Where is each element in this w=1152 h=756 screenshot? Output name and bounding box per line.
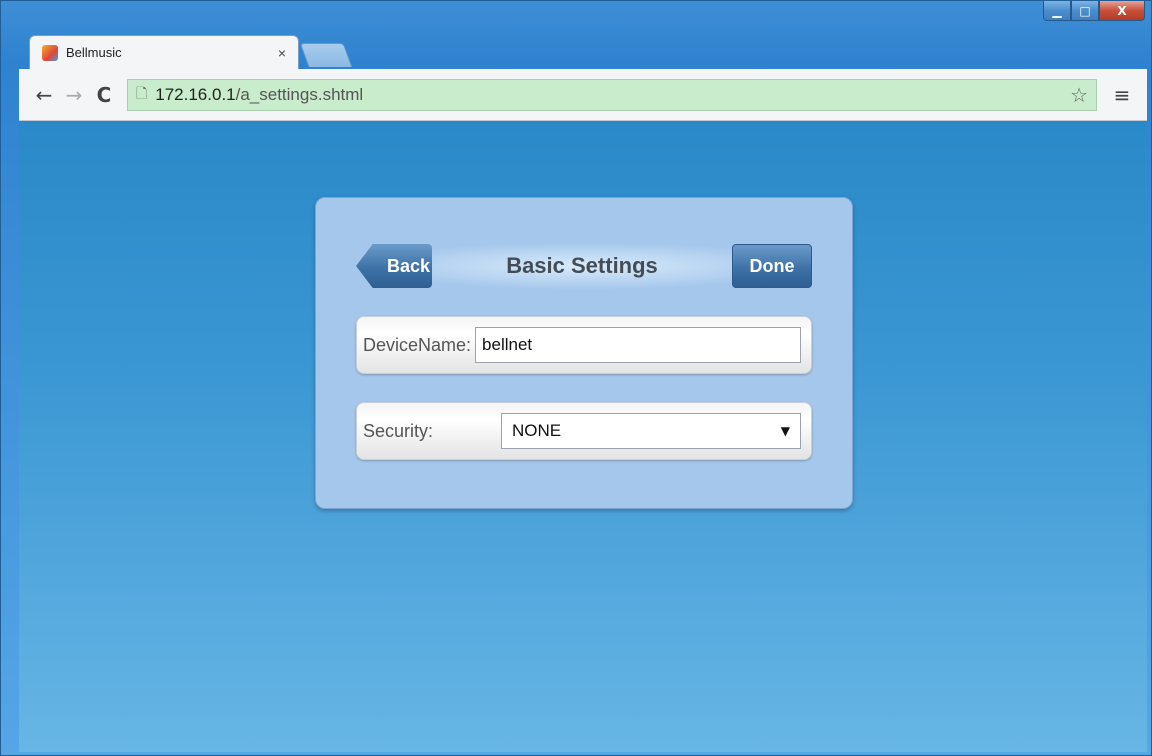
address-bar[interactable]: 🗋 172.16.0.1 /a_settings.shtml ☆ (127, 78, 1097, 111)
window-controls: ▁ □ X (1043, 1, 1145, 21)
maximize-button[interactable]: □ (1071, 1, 1099, 21)
browser-toolbar: ← → C 🗋 172.16.0.1 /a_settings.shtml ☆ ≡ (19, 69, 1147, 121)
device-name-label: DeviceName: (363, 334, 472, 355)
bookmark-star-icon[interactable]: ☆ (1070, 83, 1088, 107)
url-path: /a_settings.shtml (235, 84, 364, 104)
browser-tab[interactable]: Bellmusic × (29, 35, 299, 69)
device-name-input[interactable] (475, 327, 801, 363)
favicon-icon (42, 44, 58, 61)
tab-close-icon[interactable]: × (278, 45, 286, 61)
minimize-button[interactable]: ▁ (1043, 1, 1071, 21)
security-selected-value: NONE (512, 421, 562, 440)
page-viewport: Back Basic Settings Done DeviceName: Sec… (19, 121, 1147, 752)
url-host: 172.16.0.1 (155, 84, 236, 104)
panel-header: Back Basic Settings Done (356, 242, 812, 290)
back-button[interactable]: Back (356, 244, 432, 288)
settings-panel: Back Basic Settings Done DeviceName: Sec… (315, 197, 853, 509)
menu-icon[interactable]: ≡ (1107, 83, 1137, 107)
tab-title: Bellmusic (66, 45, 122, 60)
new-tab-button[interactable] (299, 43, 353, 67)
page-title: Basic Settings (506, 253, 658, 278)
security-label: Security: (363, 420, 434, 441)
done-button[interactable]: Done (731, 244, 812, 288)
device-name-row: DeviceName: (356, 316, 812, 374)
reload-icon[interactable]: C (89, 83, 119, 107)
page-icon: 🗋 (136, 85, 148, 102)
close-window-button[interactable]: X (1099, 1, 1145, 21)
security-row: Security: NONE ▼ (356, 402, 812, 460)
security-select[interactable]: NONE ▼ (501, 413, 801, 449)
browser-window: ▁ □ X Bellmusic × ← → C 🗋 172.16.0.1 /a_… (0, 0, 1152, 756)
back-arrow-icon[interactable]: ← (29, 83, 59, 107)
dropdown-arrow-icon: ▼ (780, 424, 790, 438)
forward-arrow-icon[interactable]: → (59, 83, 89, 107)
